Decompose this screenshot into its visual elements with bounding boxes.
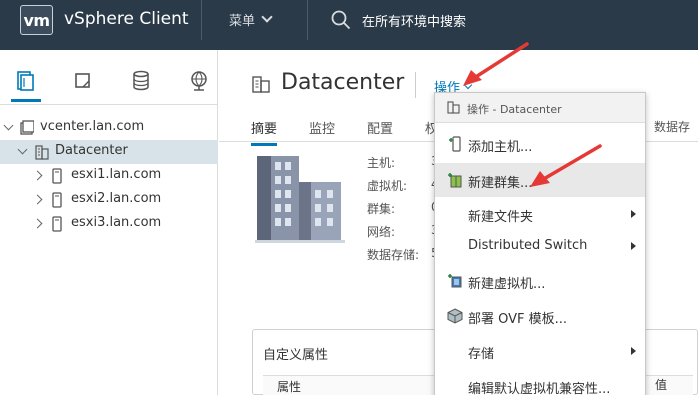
tree-item-label: esxi2.lan.com [71,191,162,206]
caret-right-icon[interactable] [32,170,43,181]
header-divider [201,0,202,40]
networking-icon[interactable] [187,68,211,94]
menu-item-add-host[interactable]: 添加主机... [435,127,645,161]
vms-templates-icon[interactable] [71,68,95,94]
search-icon[interactable] [331,10,351,30]
menu-item-label: 新建虚拟机... [468,277,546,292]
tree-item-host[interactable]: esxi3.lan.com [0,212,218,236]
dropdown-header: 操作 - Datacenter [435,93,645,123]
summary-label: 群集: [367,202,396,216]
caret-right-icon[interactable] [32,194,43,205]
column-header-attribute[interactable]: 属性 [277,378,301,395]
tab-monitor[interactable]: 监控 [309,118,335,137]
summary-label: 数据存储: [367,248,420,262]
tree-item-datacenter[interactable]: Datacenter [0,140,218,164]
tab-summary[interactable]: 摘要 [251,118,278,146]
tree-item-label: esxi3.lan.com [71,215,162,230]
tab-datastores-partial[interactable]: 数据存 [654,118,690,135]
chevron-down-icon [463,80,473,89]
tree-item-vcenter[interactable]: vcenter.lan.com [0,116,218,140]
host-icon [52,216,62,232]
caret-right-icon[interactable] [32,218,43,229]
menu-item-label: 部署 OVF 模板... [468,312,568,327]
tree-item-label: esxi1.lan.com [71,167,162,182]
host-icon [52,168,62,184]
menu-item-label: 添加主机... [468,140,533,155]
new-vm-icon [448,274,462,288]
menu-item-distributed-switch[interactable]: Distributed Switch [435,229,645,263]
menu-item-label: Distributed Switch [468,238,588,253]
datacenter-illustration-icon [255,156,345,243]
submenu-arrow-icon [631,210,636,218]
vcenter-icon [20,120,34,135]
submenu-arrow-icon [631,347,636,355]
tree-item-host[interactable]: esxi2.lan.com [0,188,218,212]
menu-item-label: 新建群集... [468,176,533,191]
menu-label: 菜单 [229,14,256,29]
new-cluster-icon [448,173,462,188]
summary-label: 主机: [367,156,396,170]
menu-item-label: 存储 [468,347,495,362]
datacenter-icon [35,145,49,160]
header-divider [307,0,308,40]
vmware-logo[interactable]: vm [20,5,53,35]
page-title: Datacenter [281,70,405,95]
menu-item-new-cluster[interactable]: 新建群集... [435,163,645,197]
menu-item-label: 新建文件夹 [468,210,534,225]
summary-label: 网络: [367,225,396,239]
title-divider [415,72,416,98]
search-input[interactable]: 在所有环境中搜索 [362,11,466,30]
column-header-value[interactable]: 值 [655,376,667,393]
menu-item-storage[interactable]: 存储 [435,334,645,368]
datacenter-icon [447,101,460,114]
custom-attributes-title: 自定义属性 [263,348,329,363]
tree-item-host[interactable]: esxi1.lan.com [0,164,218,188]
storage-icon[interactable] [129,68,153,94]
menu-item-edit-vm-compatibility[interactable]: 编辑默认虚拟机兼容性... [435,369,645,395]
menu-item-new-folder[interactable]: 新建文件夹 [435,197,645,231]
app-title: vSphere Client [64,9,189,29]
tab-configure[interactable]: 配置 [367,118,393,137]
navigator-tabs [0,50,218,105]
menu-item-label: 编辑默认虚拟机兼容性... [468,382,611,395]
tree-item-label: vcenter.lan.com [40,119,145,134]
menu-item-new-vm[interactable]: 新建虚拟机... [435,264,645,298]
tree-item-label: Datacenter [55,143,128,158]
navigator-panel: vcenter.lan.com Datacenter esxi1.lan.com… [0,50,218,395]
submenu-arrow-icon [631,242,636,250]
caret-down-icon[interactable] [3,120,14,131]
caret-down-icon[interactable] [17,144,28,155]
top-header: vm vSphere Client 菜单 在所有环境中搜索 [0,0,698,50]
inventory-tree: vcenter.lan.com Datacenter esxi1.lan.com… [0,116,218,236]
hosts-clusters-icon[interactable] [11,68,41,102]
add-host-icon [449,136,461,152]
menu-item-deploy-ovf[interactable]: 部署 OVF 模板... [435,299,645,333]
actions-dropdown-menu: 操作 - Datacenter 添加主机... 新建群集... 新建文件夹 Di… [434,92,646,395]
datacenter-icon [252,76,270,93]
deploy-ovf-icon [447,308,463,324]
menu-button[interactable]: 菜单 [229,10,273,29]
host-icon [52,192,62,208]
chevron-down-icon [261,11,273,23]
dropdown-header-label: 操作 - Datacenter [467,103,562,116]
summary-label: 虚拟机: [367,179,408,193]
